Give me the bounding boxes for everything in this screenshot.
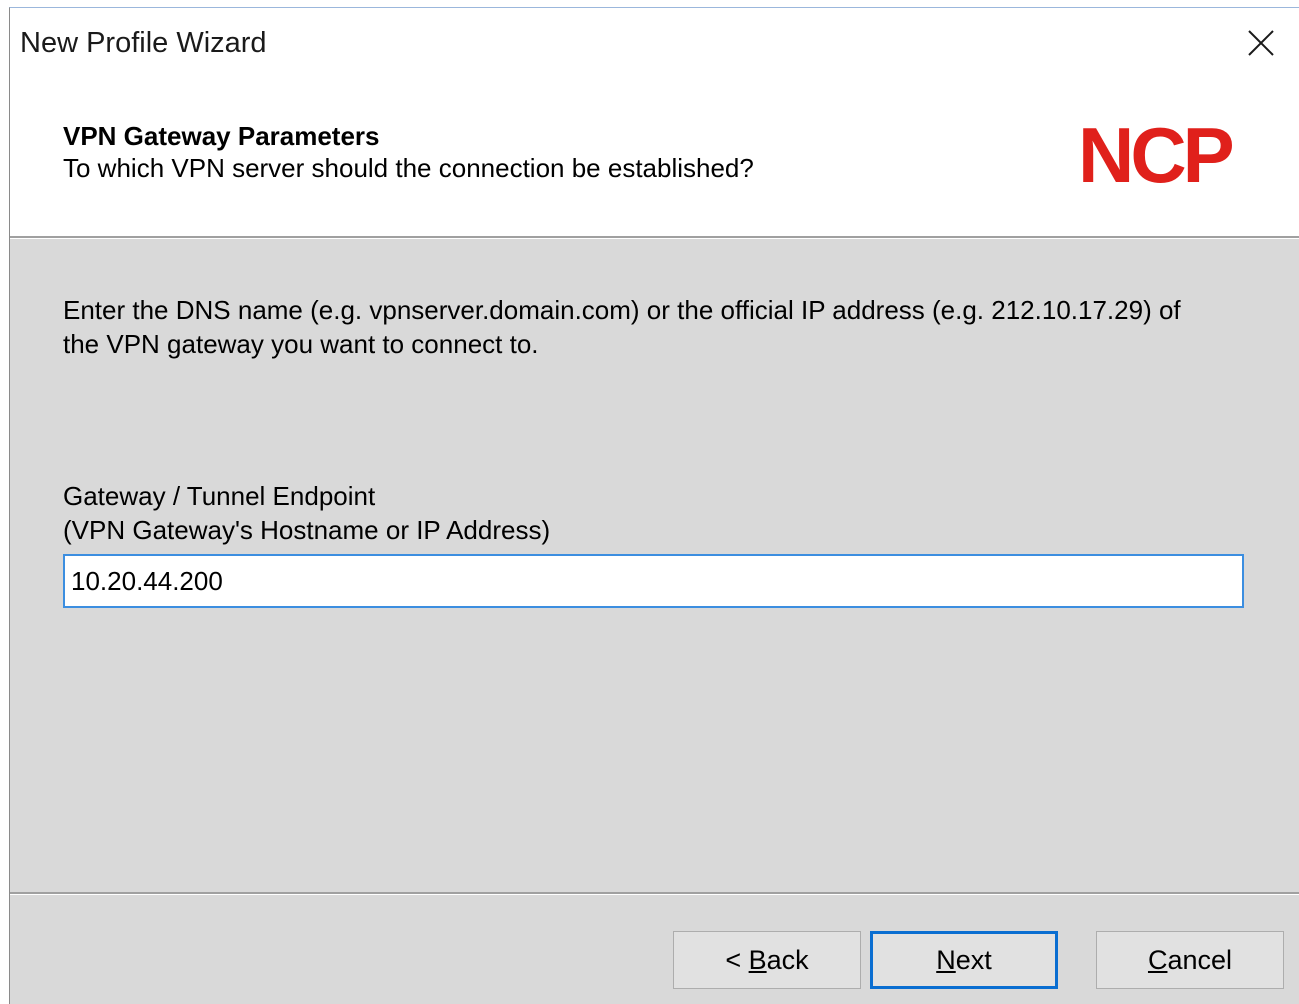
page-title: VPN Gateway Parameters (63, 121, 380, 151)
gateway-input[interactable] (63, 554, 1244, 608)
back-button-accel: B (748, 944, 767, 975)
gateway-label: Gateway / Tunnel Endpoint (63, 481, 376, 511)
ncp-logo: NCP (1078, 118, 1237, 190)
back-button-prefix: < (725, 944, 749, 975)
close-button[interactable] (1235, 20, 1287, 66)
cancel-button-rest: ancel (1167, 944, 1233, 975)
title-bar: New Profile Wizard (10, 8, 1299, 76)
next-button-accel: N (936, 944, 956, 975)
page-subtitle: To which VPN server should the connectio… (63, 153, 754, 183)
wizard-header: VPN Gateway Parameters To which VPN serv… (10, 76, 1299, 236)
next-button[interactable]: Next (870, 931, 1058, 989)
next-button-rest: ext (955, 944, 992, 975)
wizard-window: New Profile Wizard VPN Gateway Parameter… (9, 7, 1299, 1004)
back-button[interactable]: < Back (673, 931, 861, 989)
back-button-rest: ack (766, 944, 809, 975)
cancel-button-accel: C (1147, 944, 1168, 975)
wizard-content: Enter the DNS name (e.g. vpnserver.domai… (10, 239, 1299, 892)
cancel-button[interactable]: Cancel (1096, 931, 1284, 989)
close-icon (1248, 30, 1274, 56)
window-title: New Profile Wizard (20, 27, 267, 59)
gateway-hint: (VPN Gateway's Hostname or IP Address) (63, 515, 551, 545)
logo-text: NCP (1078, 118, 1233, 190)
wizard-footer: < Back Next Cancel (10, 895, 1299, 1004)
description-text: Enter the DNS name (e.g. vpnserver.domai… (63, 295, 1181, 359)
